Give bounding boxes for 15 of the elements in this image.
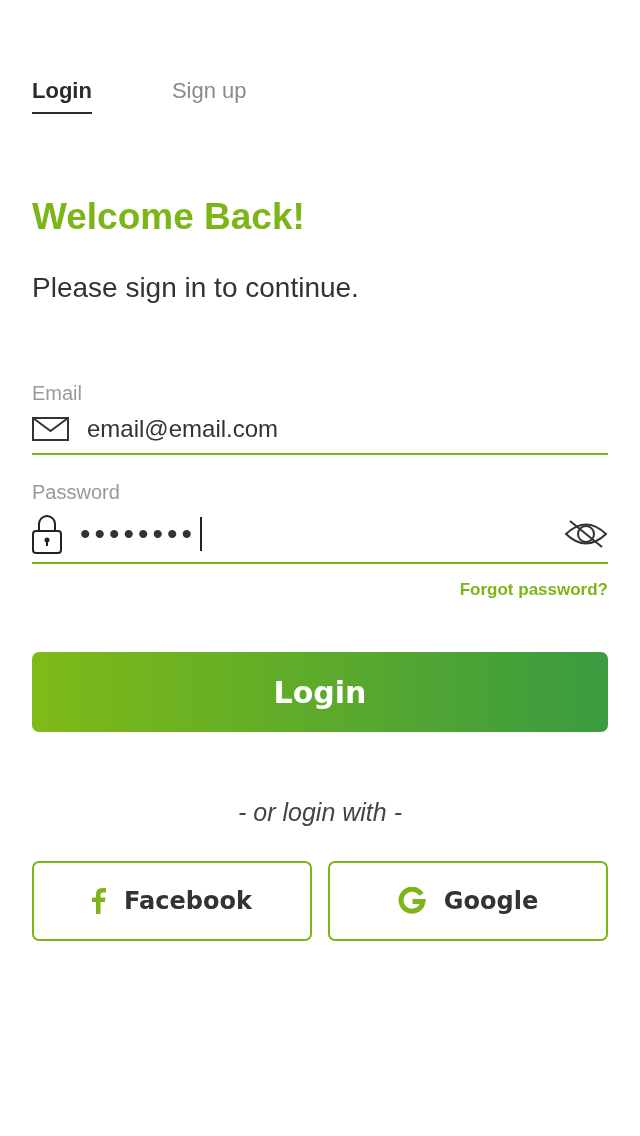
field-label: Email [32, 382, 82, 405]
facebook-button[interactable]: Facebook [32, 861, 312, 941]
field-label: Password [32, 481, 120, 504]
facebook-icon [92, 888, 107, 914]
password-field[interactable]: •••••••• [32, 514, 608, 564]
welcome-heading: Welcome Back! [32, 196, 305, 238]
google-icon [397, 887, 426, 915]
hidden-eye-icon[interactable] [564, 519, 608, 549]
email-field[interactable]: email@email.com [32, 415, 608, 455]
divider-text: - or login with - [238, 798, 402, 826]
lock-icon [32, 514, 62, 554]
mail-icon [32, 417, 69, 441]
google-button[interactable]: Google [328, 861, 608, 941]
subtitle: Please sign in to continue. [32, 272, 360, 304]
tab[interactable]: Login [32, 78, 92, 114]
